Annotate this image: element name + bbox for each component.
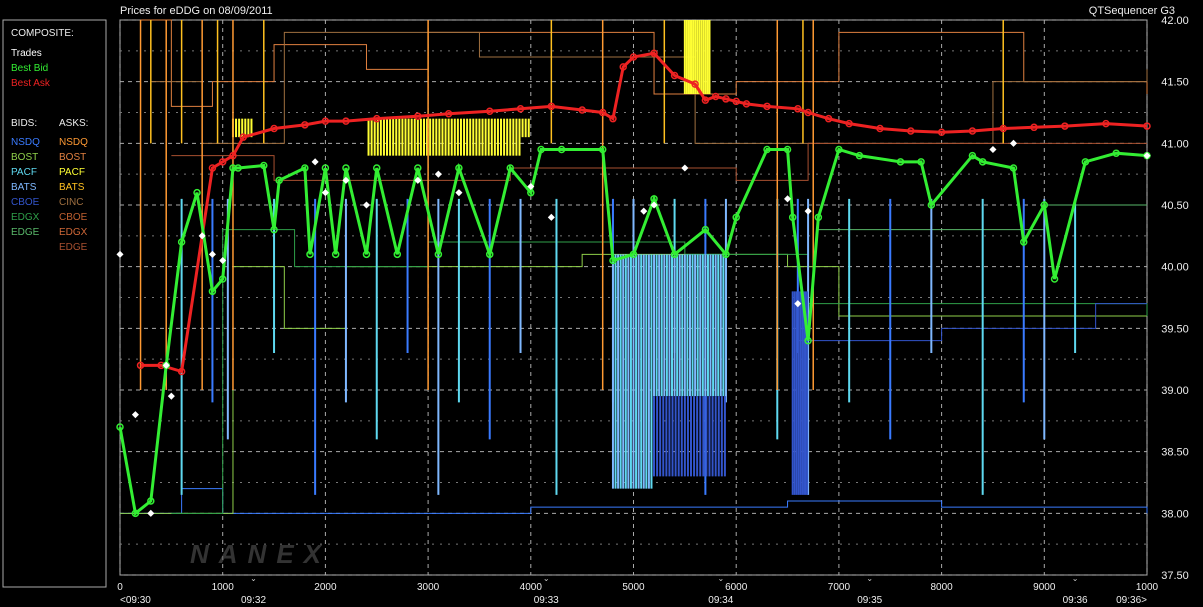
x-tick-label: 5000 xyxy=(622,582,645,593)
x-tick-label: 8000 xyxy=(930,582,953,593)
time-marker-icon: ⌄ xyxy=(1072,574,1079,583)
watermark: NANEX xyxy=(190,539,331,569)
legend-composite-title: COMPOSITE: xyxy=(11,28,74,39)
legend-item-ask: EDGE xyxy=(59,242,88,253)
y-tick-label: 40.50 xyxy=(1161,200,1189,212)
y-tick-label: 38.00 xyxy=(1161,508,1189,520)
time-label: 09:35 xyxy=(857,595,882,606)
time-marker-icon: ⌄ xyxy=(543,574,550,583)
x-tick-label: 2000 xyxy=(314,582,337,593)
time-label: 09:34 xyxy=(708,595,733,606)
y-tick-label: 41.50 xyxy=(1161,77,1189,89)
legend-item-ask: EDGX xyxy=(59,227,88,238)
y-tick-label: 39.50 xyxy=(1161,323,1189,335)
legend-item-bid: CBOE xyxy=(11,197,40,208)
y-tick-label: 40.00 xyxy=(1161,262,1189,274)
time-label: 09:36 xyxy=(1063,595,1088,606)
x-tick-label: 3000 xyxy=(417,582,440,593)
time-marker-icon: ⌄ xyxy=(250,574,257,583)
legend-panel xyxy=(2,19,107,588)
time-label: 09:33 xyxy=(534,595,559,606)
price-chart: COMPOSITE: Trades Best Bid Best Ask BIDS: ASK… xyxy=(2,5,1189,606)
y-tick-label: 37.50 xyxy=(1161,570,1189,582)
legend-item-composite: Best Ask xyxy=(11,78,51,89)
y-tick-label: 41.00 xyxy=(1161,138,1189,150)
legend-item-bid: PACF xyxy=(11,167,37,178)
time-label: 09:32 xyxy=(241,595,266,606)
y-axis: 37.50 38.00 38.50 39.00 39.50 40.00 40.50 41.00… xyxy=(1161,15,1189,582)
legend-item-ask: BOST xyxy=(59,152,86,163)
x-tick-label: 7000 xyxy=(828,582,851,593)
y-tick-label: 38.50 xyxy=(1161,447,1189,459)
legend-item-ask: PACF xyxy=(59,167,85,178)
legend-item-composite: Trades xyxy=(11,48,42,59)
legend-item-bid: BATS xyxy=(11,182,37,193)
x-tick-label: 9000 xyxy=(1033,582,1056,593)
legend-item-ask: NSDQ xyxy=(59,137,88,148)
x-tick-label: 4000 xyxy=(520,582,543,593)
time-marker-icon: ⌄ xyxy=(717,574,724,583)
x-axis: 0 1000 2000 3000 4000 5000 6000 7000 8000 9000 100… xyxy=(117,574,1158,606)
x-tick-label: 1000 xyxy=(1136,582,1159,593)
y-tick-label: 39.00 xyxy=(1161,385,1189,397)
time-label: <09:30 xyxy=(120,595,151,606)
legend-item-bid: NSDQ xyxy=(11,137,40,148)
legend-bids-title: BIDS: xyxy=(11,118,37,129)
legend-item-ask: CINC xyxy=(59,197,83,208)
time-marker-icon: ⌄ xyxy=(866,574,873,583)
legend-item-bid: BOST xyxy=(11,152,38,163)
time-label: 09:36> xyxy=(1116,595,1147,606)
x-tick-label: 6000 xyxy=(725,582,748,593)
legend-item-ask: CBOE xyxy=(59,212,88,223)
legend-asks-title: ASKS: xyxy=(59,118,88,129)
chart-title: Prices for eDDG on 08/09/2011 xyxy=(120,5,273,17)
legend-item-bid: EDGX xyxy=(11,212,40,223)
x-tick-label: 0 xyxy=(117,582,123,593)
y-tick-label: 42.00 xyxy=(1161,15,1189,27)
legend-item-ask: BATS xyxy=(59,182,85,193)
legend-item-bid: EDGE xyxy=(11,227,40,238)
x-tick-label: 1000 xyxy=(212,582,235,593)
legend-item-composite: Best Bid xyxy=(11,63,48,74)
